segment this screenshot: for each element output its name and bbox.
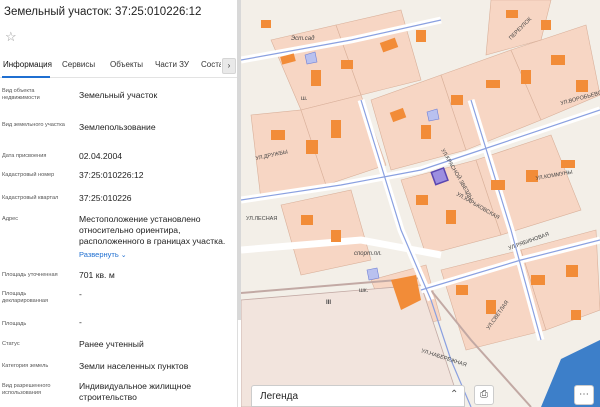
attr-value: Индивидуальное жилищное строительство bbox=[79, 381, 192, 402]
attr-label: Категория земель bbox=[2, 363, 49, 369]
more-button[interactable]: ⋯ bbox=[574, 385, 594, 405]
tab-scroll-right-button[interactable]: › bbox=[222, 58, 236, 74]
attr-label: Площадь bbox=[2, 321, 27, 327]
map-label-cul: ш. bbox=[301, 96, 308, 102]
tab-composition[interactable]: Состав bbox=[201, 60, 221, 69]
legend-label: Легенда bbox=[260, 391, 299, 402]
active-tab-indicator bbox=[2, 76, 50, 78]
attr-value: Землепользование bbox=[79, 122, 156, 132]
tab-services[interactable]: Сервисы bbox=[62, 60, 95, 69]
star-outline-icon[interactable]: ☆ bbox=[5, 30, 19, 44]
attr-value: Ранее учтенный bbox=[79, 339, 144, 349]
attr-label: Кадастровый номер bbox=[2, 172, 55, 178]
attr-label: Вид земельного участка bbox=[2, 122, 65, 128]
tab-parts[interactable]: Части ЗУ bbox=[155, 60, 189, 69]
map-label-roman: III bbox=[326, 300, 331, 306]
attr-label: Площадь уточненная bbox=[2, 272, 58, 278]
attr-value: 02.04.2004 bbox=[79, 151, 123, 161]
attr-value: 37:25:010226 bbox=[79, 193, 132, 203]
attr-value: - bbox=[79, 289, 82, 299]
attr-value: - bbox=[79, 317, 82, 327]
attr-value: Земли населенных пунктов bbox=[79, 361, 189, 371]
map-canvas[interactable]: Эст.сад ш. спорт.пл. шк. III УЛ.НАБЕРЕЖН… bbox=[241, 0, 600, 407]
address-text: Местоположение установлено относительно … bbox=[79, 214, 226, 246]
tab-objects[interactable]: Объекты bbox=[110, 60, 143, 69]
tab-information[interactable]: Информация bbox=[3, 60, 52, 69]
attr-label: Вид разрешенного использования bbox=[2, 383, 51, 396]
expand-link[interactable]: Развернуть ⌄ bbox=[79, 249, 127, 261]
attr-value: 37:25:010226:12 bbox=[79, 170, 144, 180]
map-label-sport: спорт.пл. bbox=[354, 251, 382, 257]
map-label-garden: Эст.сад bbox=[291, 36, 315, 42]
tab-bar: Информация Сервисы Объекты Части ЗУ Сост… bbox=[0, 56, 237, 78]
attr-value: Местоположение установлено относительно … bbox=[79, 214, 234, 261]
panel-title: Земельный участок: 37:25:010226:12 bbox=[4, 6, 202, 18]
expand-collapse-icon[interactable]: ⌃ bbox=[450, 389, 458, 400]
attr-label: Вид объекта недвижимости bbox=[2, 88, 40, 101]
attr-label: Дата присвоения bbox=[2, 153, 47, 159]
attr-label: Адрес bbox=[2, 216, 19, 222]
map-label-shk: шк. bbox=[359, 288, 368, 294]
attr-label: Кадастровый квартал bbox=[2, 195, 59, 201]
attr-value: Земельный участок bbox=[79, 90, 158, 100]
attr-label: Площадь декларированная bbox=[2, 291, 49, 304]
map-label-street2: УЛ.ЛЕСНАЯ bbox=[246, 216, 277, 222]
attr-label: Статус bbox=[2, 341, 20, 347]
legend-bar[interactable]: Легенда ⌃ bbox=[251, 385, 465, 407]
attr-value: 701 кв. м bbox=[79, 270, 115, 280]
chevron-down-icon: ⌄ bbox=[120, 252, 127, 259]
info-panel: Земельный участок: 37:25:010226:12 ☆ Инф… bbox=[0, 0, 238, 407]
cadastral-map[interactable]: Эст.сад ш. спорт.пл. шк. III УЛ.НАБЕРЕЖН… bbox=[241, 0, 600, 407]
print-button[interactable]: ⎙ bbox=[474, 385, 494, 405]
